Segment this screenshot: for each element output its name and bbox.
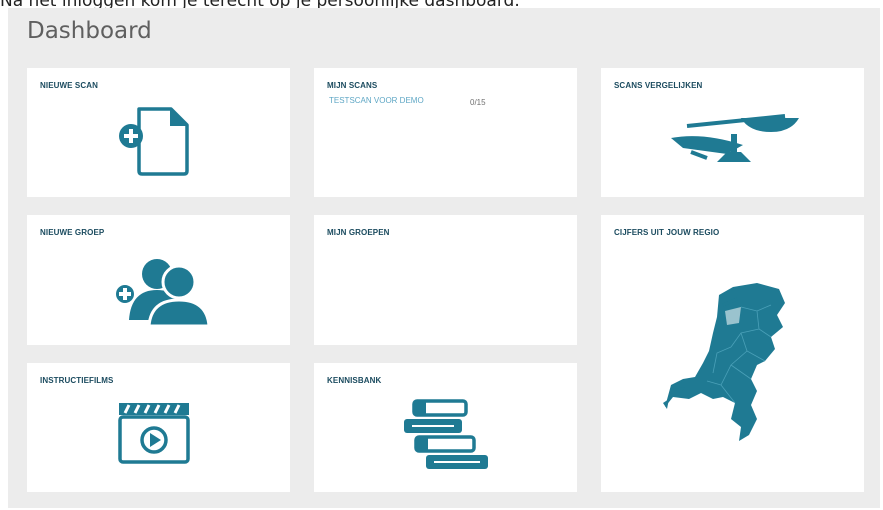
page-title: Dashboard xyxy=(27,18,152,44)
add-document-icon xyxy=(119,107,189,176)
dashboard-panel: Dashboard NIEUWE SCAN MIJN SCANS TESTSCA… xyxy=(8,8,880,508)
card-label: CIJFERS UIT JOUW REGIO xyxy=(614,228,720,237)
scan-name-link[interactable]: TESTSCAN VOOR DEMO xyxy=(329,96,424,105)
card-region-figures[interactable]: CIJFERS UIT JOUW REGIO xyxy=(601,215,864,492)
card-label: NIEUWE SCAN xyxy=(40,81,98,90)
card-knowledge-base[interactable]: KENNISBANK xyxy=(314,363,577,492)
books-stack-icon xyxy=(404,399,488,469)
card-label: MIJN GROEPEN xyxy=(327,228,390,237)
card-label: KENNISBANK xyxy=(327,376,382,385)
scan-progress-count: 0/15 xyxy=(470,98,486,107)
balance-scale-icon xyxy=(671,114,799,162)
card-instruction-films[interactable]: INSTRUCTIEFILMS xyxy=(27,363,290,492)
card-new-scan[interactable]: NIEUWE SCAN xyxy=(27,68,290,197)
card-label: INSTRUCTIEFILMS xyxy=(40,376,114,385)
card-new-group[interactable]: NIEUWE GROEP xyxy=(27,215,290,345)
list-item[interactable]: TESTSCAN VOOR DEMO 0/15 xyxy=(329,96,529,108)
video-play-icon xyxy=(118,403,190,464)
card-label: NIEUWE GROEP xyxy=(40,228,105,237)
netherlands-map-icon xyxy=(663,283,785,441)
card-my-scans[interactable]: MIJN SCANS TESTSCAN VOOR DEMO 0/15 xyxy=(314,68,577,197)
add-group-icon xyxy=(114,259,211,328)
card-my-groups[interactable]: MIJN GROEPEN xyxy=(314,215,577,345)
card-compare-scans[interactable]: SCANS VERGELIJKEN xyxy=(601,68,864,197)
card-label: SCANS VERGELIJKEN xyxy=(614,81,703,90)
card-label: MIJN SCANS xyxy=(327,81,378,90)
